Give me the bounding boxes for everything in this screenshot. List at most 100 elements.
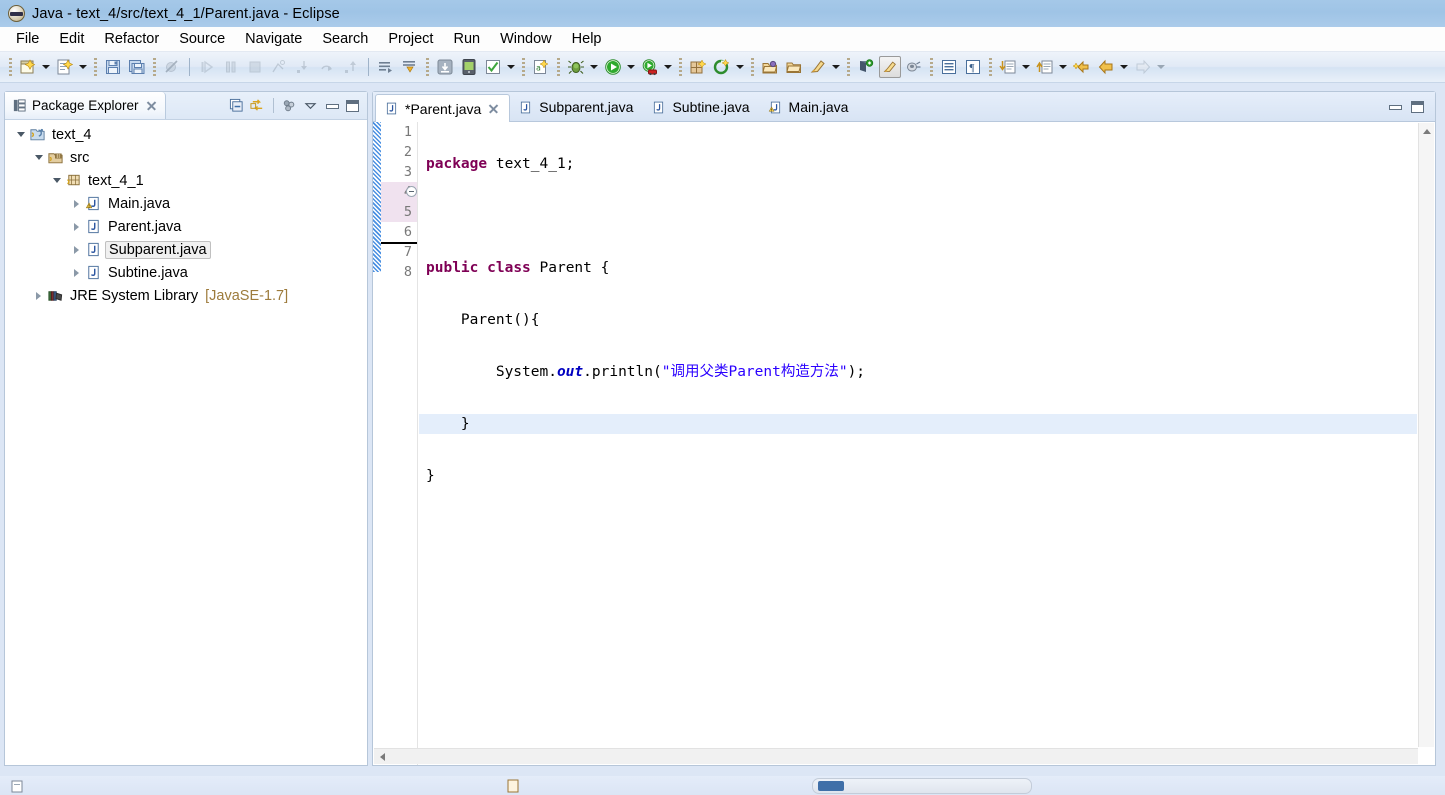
minimize-button[interactable] — [322, 96, 341, 115]
editor-horizontal-scrollbar[interactable] — [374, 748, 1418, 764]
toolbar-grip[interactable] — [9, 58, 12, 76]
new-java-file-button[interactable] — [54, 56, 76, 78]
previous-annotation-button[interactable] — [1034, 56, 1056, 78]
scroll-up-arrow-icon[interactable] — [1419, 123, 1435, 139]
back-button[interactable] — [1095, 56, 1117, 78]
code-content[interactable]: package text_4_1; public class Parent { … — [419, 122, 1417, 747]
lint-check-button[interactable] — [482, 56, 504, 78]
run-button[interactable] — [602, 56, 624, 78]
menu-edit[interactable]: Edit — [49, 29, 94, 49]
editor-tab-subparent-java[interactable]: Subparent.java — [510, 93, 643, 121]
menu-source[interactable]: Source — [169, 29, 235, 49]
chevron-right-icon[interactable] — [31, 284, 46, 307]
new-java-file-dropdown-arrow[interactable] — [77, 56, 88, 78]
menu-search[interactable]: Search — [312, 29, 378, 49]
run-dropdown-arrow[interactable] — [625, 56, 636, 78]
debug-dropdown-arrow[interactable] — [588, 56, 599, 78]
clear-activation-dropdown-arrow[interactable] — [830, 56, 841, 78]
highlight-markers-button[interactable] — [879, 56, 901, 78]
tree-item-project[interactable]: text_4 — [5, 123, 367, 146]
progress-indicator[interactable] — [812, 778, 1032, 794]
skip-all-breakpoints-button[interactable] — [161, 56, 183, 78]
menu-navigate[interactable]: Navigate — [235, 29, 312, 49]
step-return-button[interactable] — [340, 56, 362, 78]
editor-tab-subtine-java[interactable]: Subtine.java — [643, 93, 759, 121]
clear-activation-button[interactable] — [807, 56, 829, 78]
editor-tab-main-java[interactable]: Main.java — [760, 93, 859, 121]
scroll-left-arrow-icon[interactable] — [374, 749, 390, 765]
show-whitespace-button[interactable]: ¶ — [962, 56, 984, 78]
suspend-button[interactable] — [220, 56, 242, 78]
open-task-button[interactable] — [759, 56, 781, 78]
next-annotation-button[interactable] — [997, 56, 1019, 78]
chevron-right-icon[interactable] — [69, 192, 84, 215]
chevron-down-icon[interactable] — [31, 146, 46, 169]
tree-item-package[interactable]: text_4_1 — [5, 169, 367, 192]
tree-item-subtine-java[interactable]: Subtine.java — [5, 261, 367, 284]
android-virtual-device-manager-button[interactable] — [458, 56, 480, 78]
toolbar-grip-9[interactable] — [847, 58, 850, 76]
editor-text-area[interactable]: 1 2 3 4 5 6 7 8 package text_4_1; public… — [373, 121, 1435, 765]
close-icon[interactable] — [146, 100, 157, 111]
disconnect-button[interactable] — [268, 56, 290, 78]
previous-annotation-dropdown-arrow[interactable] — [1057, 56, 1068, 78]
android-sdk-manager-button[interactable] — [434, 56, 456, 78]
open-type-hierarchy-button[interactable] — [399, 56, 421, 78]
tree-item-jre-library[interactable]: JRE System Library [JavaSE-1.7] — [5, 284, 367, 307]
next-annotation-dropdown-arrow[interactable] — [1020, 56, 1031, 78]
tree-item-subparent-java[interactable]: Subparent.java — [5, 238, 367, 261]
toolbar-grip-5[interactable] — [522, 58, 525, 76]
menu-run[interactable]: Run — [443, 29, 490, 49]
new-wizard-button[interactable] — [17, 56, 39, 78]
toggle-block-selection-button[interactable] — [938, 56, 960, 78]
tree-item-src[interactable]: src — [5, 146, 367, 169]
menu-refactor[interactable]: Refactor — [94, 29, 169, 49]
resume-button[interactable] — [196, 56, 218, 78]
close-icon[interactable] — [488, 103, 499, 114]
save-all-button[interactable] — [126, 56, 148, 78]
forward-dropdown-arrow[interactable] — [1155, 56, 1166, 78]
terminate-button[interactable] — [244, 56, 266, 78]
run-coverage-dropdown-arrow[interactable] — [662, 56, 673, 78]
run-coverage-button[interactable] — [639, 56, 661, 78]
toolbar-grip-11[interactable] — [989, 58, 992, 76]
toggle-mark-occurrences-button[interactable] — [903, 56, 925, 78]
lint-check-dropdown-arrow[interactable] — [505, 56, 516, 78]
editor-minimize-button[interactable] — [1385, 97, 1404, 116]
editor-maximize-button[interactable] — [1408, 97, 1427, 116]
new-task-button[interactable] — [783, 56, 805, 78]
link-with-editor-button[interactable] — [248, 96, 267, 115]
toolbar-grip-6[interactable] — [557, 58, 560, 76]
tree-item-parent-java[interactable]: Parent.java — [5, 215, 367, 238]
menu-project[interactable]: Project — [378, 29, 443, 49]
toolbar-grip-2[interactable] — [94, 58, 97, 76]
menu-file[interactable]: File — [6, 29, 49, 49]
chevron-right-icon[interactable] — [69, 215, 84, 238]
save-button[interactable] — [102, 56, 124, 78]
line-number-gutter[interactable]: 1 2 3 4 5 6 7 8 — [381, 122, 417, 765]
menu-window[interactable]: Window — [490, 29, 562, 49]
step-over-button[interactable] — [316, 56, 338, 78]
view-menu-focus-button[interactable] — [280, 96, 299, 115]
package-explorer-tab[interactable]: Package Explorer — [5, 92, 166, 119]
collapse-all-button[interactable] — [227, 96, 246, 115]
chevron-right-icon[interactable] — [69, 261, 84, 284]
menu-help[interactable]: Help — [562, 29, 612, 49]
chevron-down-icon[interactable] — [49, 169, 64, 192]
forward-button[interactable] — [1132, 56, 1154, 78]
toolbar-grip-7[interactable] — [679, 58, 682, 76]
view-menu-button[interactable] — [301, 96, 320, 115]
toolbar-grip-8[interactable] — [751, 58, 754, 76]
external-tools-dropdown-arrow[interactable] — [734, 56, 745, 78]
chevron-right-icon[interactable] — [69, 238, 84, 261]
step-into-button[interactable] — [292, 56, 314, 78]
last-edit-location-button[interactable] — [1071, 56, 1093, 78]
code-fold-collapse-icon[interactable] — [406, 186, 417, 197]
editor-vertical-scrollbar[interactable] — [1418, 123, 1434, 747]
open-type-button[interactable] — [855, 56, 877, 78]
toolbar-grip-3[interactable] — [153, 58, 156, 76]
back-dropdown-arrow[interactable] — [1118, 56, 1129, 78]
external-tools-button[interactable] — [711, 56, 733, 78]
chevron-down-icon[interactable] — [13, 123, 28, 146]
new-wizard-dropdown-arrow[interactable] — [40, 56, 51, 78]
